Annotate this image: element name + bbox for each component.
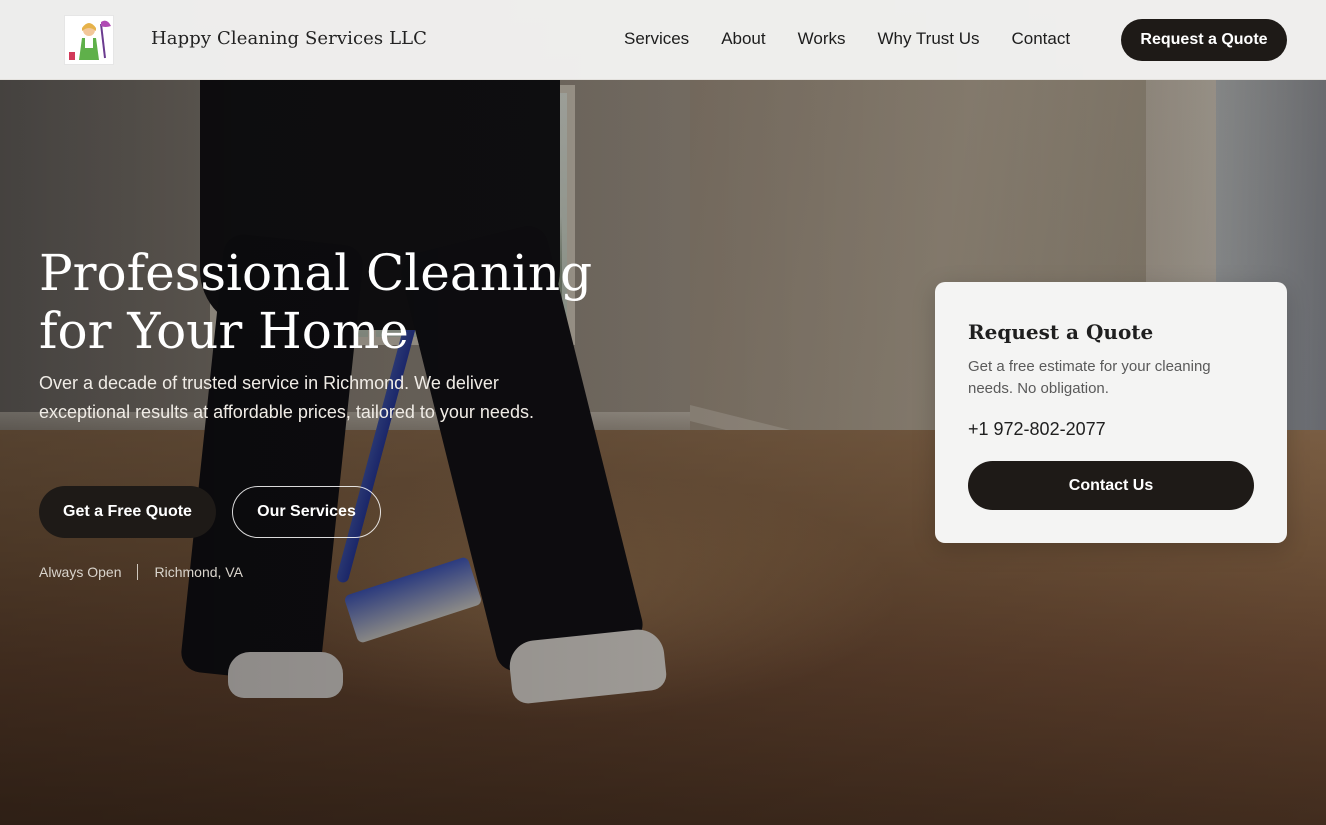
cleaning-lady-logo-icon[interactable] — [64, 15, 114, 65]
quote-card-title: Request a Quote — [968, 320, 1154, 344]
nav-works[interactable]: Works — [798, 29, 846, 49]
location-label: Richmond, VA — [154, 564, 243, 580]
contact-us-button[interactable]: Contact Us — [968, 461, 1254, 510]
main-nav: Services About Works Why Trust Us Contac… — [624, 29, 1070, 49]
logo-graphic — [65, 16, 113, 64]
meta-divider — [137, 564, 139, 580]
nav-services[interactable]: Services — [624, 29, 689, 49]
nav-why-trust-us[interactable]: Why Trust Us — [877, 29, 979, 49]
our-services-button[interactable]: Our Services — [232, 486, 381, 538]
get-free-quote-button[interactable]: Get a Free Quote — [39, 486, 216, 538]
site-header: Happy Cleaning Services LLC Services Abo… — [0, 0, 1326, 80]
phone-number[interactable]: +1 972-802-2077 — [968, 419, 1106, 440]
hero-meta: Always Open Richmond, VA — [39, 564, 243, 580]
request-quote-button[interactable]: Request a Quote — [1121, 19, 1287, 61]
hero-title: Professional Cleaning for Your Home — [39, 244, 593, 360]
quote-card: Request a Quote Get a free estimate for … — [935, 282, 1287, 543]
hero-subtitle: Over a decade of trusted service in Rich… — [39, 373, 534, 422]
hours-label: Always Open — [39, 564, 122, 580]
brand-name[interactable]: Happy Cleaning Services LLC — [151, 28, 427, 49]
nav-about[interactable]: About — [721, 29, 765, 49]
nav-contact[interactable]: Contact — [1012, 29, 1071, 49]
quote-card-description: Get a free estimate for your cleaning ne… — [968, 358, 1211, 397]
